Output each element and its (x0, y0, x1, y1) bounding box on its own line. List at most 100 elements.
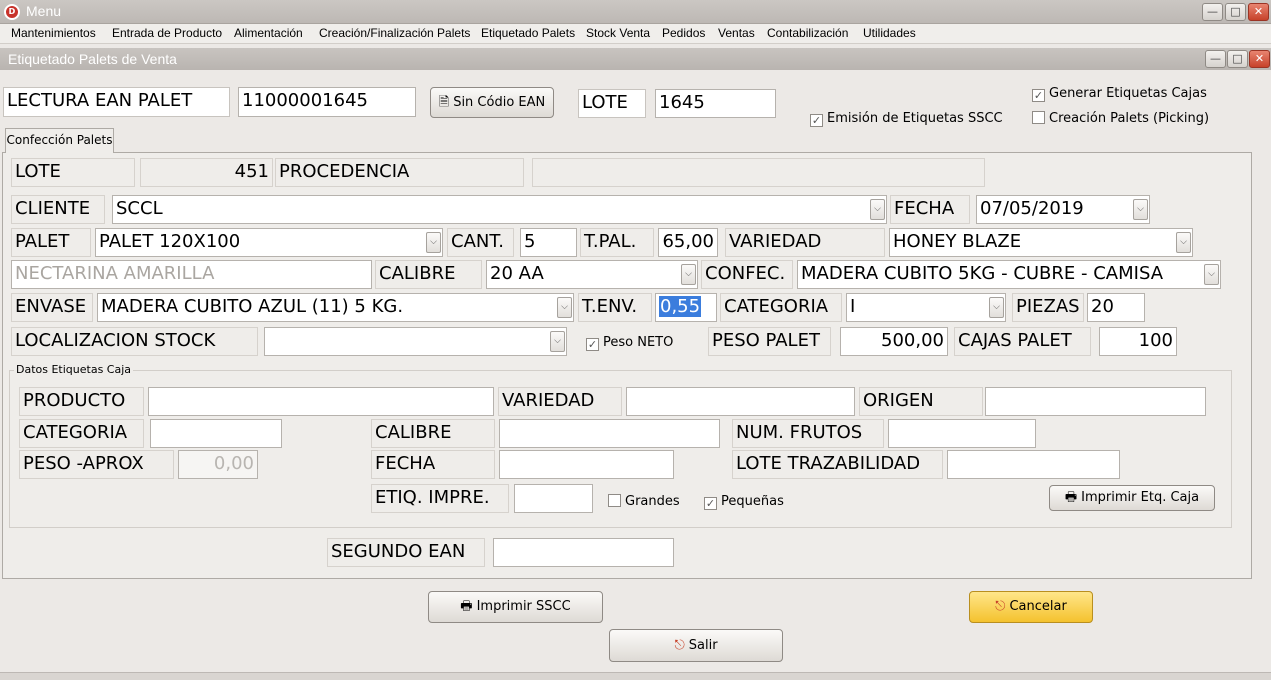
caja-num-frutos-input[interactable] (888, 419, 1036, 448)
caja-origen-label: ORIGEN (859, 387, 983, 416)
menu-mantenimientos[interactable]: Mantenimientos (11, 26, 96, 40)
palet-label: PALET (11, 228, 91, 257)
lectura-ean-input[interactable]: 11000001645 (238, 87, 416, 117)
chevron-down-icon[interactable]: ⌵ (1133, 199, 1148, 220)
localizacion-stock-label: LOCALIZACION STOCK (11, 327, 258, 356)
minimize-icon[interactable]: — (1202, 3, 1223, 21)
app-logo-icon: D (4, 4, 20, 20)
caja-lote-trazabilidad-label: LOTE TRAZABILIDAD (732, 450, 943, 479)
menu-etiquetado-palets[interactable]: Etiquetado Palets (481, 26, 575, 40)
tenv-input[interactable]: 0,55 (655, 293, 717, 322)
generar-etiquetas-cajas-checkbox[interactable]: ✓ Generar Etiquetas Cajas (1032, 86, 1207, 102)
peso-palet-input[interactable]: 500,00 (840, 327, 948, 356)
variedad-label: VARIEDAD (725, 228, 885, 257)
document-icon: 🗎 (438, 95, 450, 110)
caja-variedad-input[interactable] (626, 387, 855, 416)
segundo-ean-label: SEGUNDO EAN (327, 538, 485, 567)
chevron-down-icon[interactable]: ⌵ (870, 199, 885, 220)
menu-utilidades[interactable]: Utilidades (863, 26, 916, 40)
caja-fecha-input[interactable] (499, 450, 674, 479)
confec-select[interactable]: MADERA CUBITO 5KG - CUBRE - CAMISA ⌵ (797, 260, 1221, 289)
child-maximize-icon[interactable]: □ (1227, 50, 1248, 68)
printer-icon: 🖶 (460, 599, 473, 614)
menu-alimentacion[interactable]: Alimentación (234, 26, 303, 40)
fecha-label: FECHA (890, 195, 970, 224)
caja-calibre-input[interactable] (499, 419, 720, 448)
piezas-label: PIEZAS (1012, 293, 1084, 322)
lote-value: 451 (140, 158, 273, 187)
fecha-picker[interactable]: 07/05/2019 ⌵ (976, 195, 1150, 224)
pequenas-checkbox[interactable]: ✓ Pequeñas (704, 494, 784, 510)
envase-select[interactable]: MADERA CUBITO AZUL (11) 5 KG. ⌵ (97, 293, 574, 322)
calibre-select[interactable]: 20 AA ⌵ (486, 260, 698, 289)
procedencia-value (532, 158, 985, 187)
localizacion-stock-select[interactable]: ⌵ (264, 327, 567, 356)
lote-top-input[interactable]: 1645 (655, 89, 776, 118)
child-window-title-bar: Etiquetado Palets de Venta — □ ✕ (0, 48, 1271, 70)
segundo-ean-input[interactable] (493, 538, 674, 567)
lote-label: LOTE (11, 158, 135, 187)
categoria-select[interactable]: I ⌵ (846, 293, 1006, 322)
caja-origen-input[interactable] (985, 387, 1206, 416)
producto-readonly: NECTARINA AMARILLA (11, 260, 372, 289)
chevron-down-icon[interactable]: ⌵ (426, 232, 441, 253)
confec-label: CONFEC. (701, 260, 793, 289)
cant-input[interactable]: 5 (520, 228, 577, 257)
menu-ventas[interactable]: Ventas (718, 26, 755, 40)
tpal-input[interactable]: 65,00 (658, 228, 718, 257)
caja-producto-input[interactable] (148, 387, 494, 416)
window-title: Etiquetado Palets de Venta (8, 51, 177, 67)
caja-num-frutos-label: NUM. FRUTOS (732, 419, 884, 448)
caja-peso-input[interactable]: 0,00 (178, 450, 258, 479)
menu-creacion-palets[interactable]: Creación/Finalización Palets (319, 26, 470, 40)
caja-lote-trazabilidad-input[interactable] (947, 450, 1120, 479)
child-minimize-icon[interactable]: — (1205, 50, 1226, 68)
peso-neto-checkbox[interactable]: ✓ Peso NETO (586, 335, 673, 351)
tab-confeccion-palets[interactable]: Confección Palets (5, 128, 114, 153)
grandes-checkbox[interactable]: Grandes (608, 494, 680, 509)
palet-select[interactable]: PALET 120X100 ⌵ (95, 228, 443, 257)
maximize-icon[interactable]: □ (1225, 3, 1246, 21)
piezas-input[interactable]: 20 (1087, 293, 1145, 322)
chevron-down-icon[interactable]: ⌵ (1176, 232, 1191, 253)
chevron-down-icon[interactable]: ⌵ (681, 264, 696, 285)
menu-stock-venta[interactable]: Stock Venta (586, 26, 650, 40)
variedad-select[interactable]: HONEY BLAZE ⌵ (889, 228, 1193, 257)
checkmark-icon: ✓ (810, 114, 823, 127)
peso-palet-label: PESO PALET (708, 327, 831, 356)
imprimir-sscc-button[interactable]: 🖶 Imprimir SSCC (428, 591, 603, 623)
chevron-down-icon[interactable]: ⌵ (1204, 264, 1219, 285)
caja-variedad-label: VARIEDAD (498, 387, 622, 416)
caja-categoria-input[interactable] (150, 419, 282, 448)
app-title-bar: D Menu — □ ✕ (0, 0, 1271, 24)
chevron-down-icon[interactable]: ⌵ (989, 297, 1004, 318)
imprimir-etq-caja-button[interactable]: 🖶 Imprimir Etq. Caja (1049, 485, 1215, 511)
creacion-palets-picking-checkbox[interactable]: Creación Palets (Picking) (1032, 111, 1209, 126)
status-strip (0, 672, 1271, 680)
cliente-select[interactable]: SCCL ⌵ (112, 195, 887, 224)
checkmark-icon: ✓ (1032, 89, 1045, 102)
menu-contabilizacion[interactable]: Contabilización (767, 26, 848, 40)
app-title: Menu (26, 3, 62, 19)
menu-entrada-producto[interactable]: Entrada de Producto (112, 26, 222, 40)
procedencia-label: PROCEDENCIA (275, 158, 524, 187)
caja-etiq-impre-input[interactable] (514, 484, 593, 513)
cajas-palet-input[interactable]: 100 (1099, 327, 1177, 356)
checkmark-icon: ✓ (586, 338, 599, 351)
close-icon[interactable]: ✕ (1248, 3, 1269, 21)
checkmark-icon: ✓ (704, 497, 717, 510)
chevron-down-icon[interactable]: ⌵ (550, 331, 565, 352)
menu-pedidos[interactable]: Pedidos (662, 26, 705, 40)
child-close-icon[interactable]: ✕ (1249, 50, 1270, 68)
salir-button[interactable]: ⎋ Salir (609, 629, 783, 662)
cancelar-button[interactable]: ⎋ Cancelar (969, 591, 1093, 623)
calibre-label: CALIBRE (375, 260, 482, 289)
power-icon: ⎋ (674, 638, 685, 653)
sin-codigo-ean-button[interactable]: 🗎 Sin Códio EAN (430, 87, 554, 118)
printer-icon: 🖶 (1064, 490, 1078, 505)
emision-sscc-checkbox[interactable]: ✓ Emisión de Etiquetas SSCC (810, 111, 1003, 127)
lote-top-label: LOTE (578, 89, 646, 118)
chevron-down-icon[interactable]: ⌵ (557, 297, 572, 318)
tpal-label: T.PAL. (580, 228, 654, 257)
cant-label: CANT. (447, 228, 514, 257)
